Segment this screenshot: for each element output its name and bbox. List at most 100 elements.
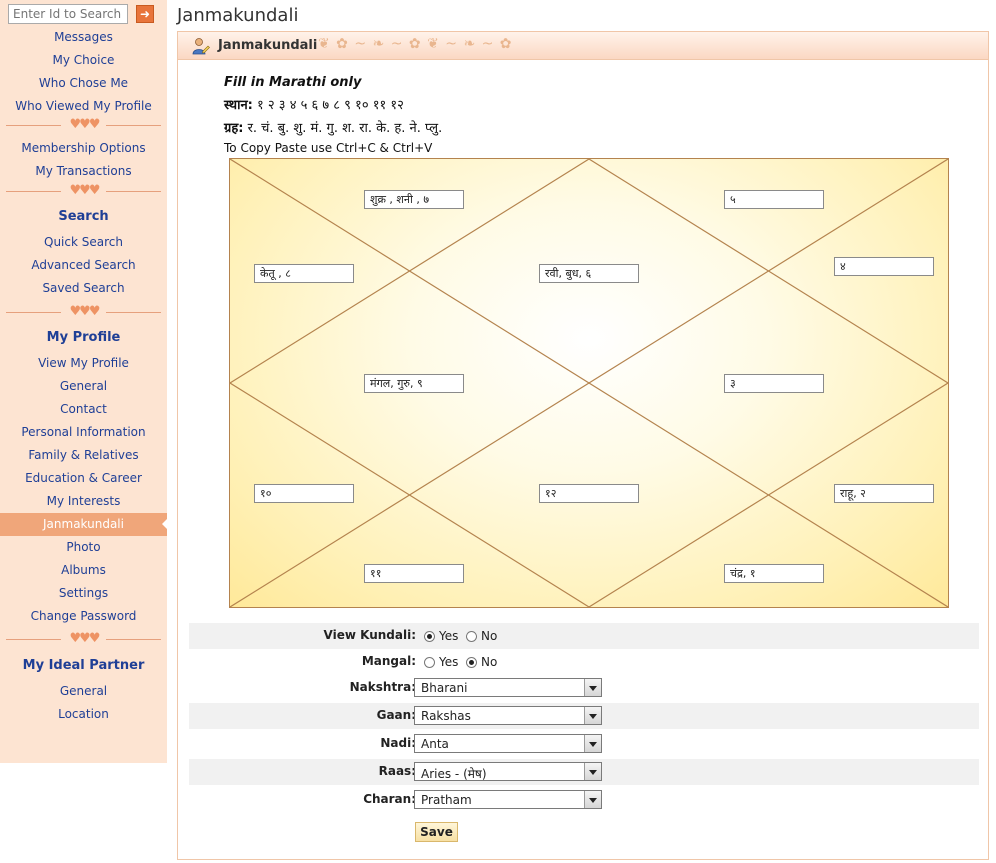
sidebar-item-albums[interactable]: Albums	[0, 559, 167, 582]
save-button[interactable]: Save	[415, 822, 458, 842]
radio-label: Yes	[439, 629, 459, 643]
sthan-label: स्थान:	[224, 98, 253, 113]
hearts-divider: ♥♥♥	[0, 305, 167, 321]
sidebar-item-messages[interactable]: Messages	[0, 26, 167, 49]
house-10-input[interactable]	[834, 484, 934, 503]
house-7-input[interactable]	[724, 374, 824, 393]
charan-label: Charan:	[363, 792, 416, 806]
instruction-copy-paste: To Copy Paste use Ctrl+C & Ctrl+V	[224, 141, 433, 155]
nav-group-ideal-partner: My Ideal Partner General Location	[0, 653, 167, 726]
sthan-values: १ २ ३ ४ ५ ६ ७ ८ ९ १० ११ १२	[252, 98, 404, 113]
radio-empty-icon	[424, 656, 435, 668]
hearts-divider: ♥♥♥	[0, 118, 167, 134]
instruction-marathi-only: Fill in Marathi only	[224, 75, 362, 90]
sidebar-item-view-my-profile[interactable]: View My Profile	[0, 352, 167, 375]
chevron-down-icon[interactable]	[584, 735, 601, 752]
sidebar-item-family-relatives[interactable]: Family & Relatives	[0, 444, 167, 467]
house-2-input[interactable]	[724, 190, 824, 209]
view-kundali-no-radio[interactable]: No	[466, 628, 497, 644]
sidebar-item-saved-search[interactable]: Saved Search	[0, 277, 167, 300]
kundali-chart	[229, 158, 949, 608]
grah-label: ग्रह:	[224, 121, 244, 136]
mangal-label: Mangal:	[361, 654, 416, 668]
section-title-my-ideal-partner: My Ideal Partner	[22, 658, 145, 673]
sidebar-item-settings[interactable]: Settings	[0, 582, 167, 605]
house-4-input[interactable]	[539, 264, 639, 283]
hearts-icon: ♥♥♥	[69, 631, 101, 646]
sidebar-item-janmakundali[interactable]: Janmakundali	[0, 513, 167, 536]
chevron-down-icon[interactable]	[584, 679, 601, 696]
house-1-input[interactable]	[364, 190, 464, 209]
sidebar-item-my-choice[interactable]: My Choice	[0, 49, 167, 72]
nakshtra-select[interactable]: Bharani	[414, 678, 602, 697]
house-11-input[interactable]	[364, 564, 464, 583]
section-title-my-profile: My Profile	[46, 330, 121, 345]
house-6-input[interactable]	[364, 374, 464, 393]
sidebar-item-personal-information[interactable]: Personal Information	[0, 421, 167, 444]
arrow-right-icon[interactable]: ➜	[136, 5, 154, 23]
janmakundali-panel: Janmakundali ❦ ✿ ~ ❧ ~ ✿ ❦ ~ ❧ ~ ✿ Fill …	[177, 31, 989, 860]
house-3-input[interactable]	[254, 264, 354, 283]
instructions: Fill in Marathi only स्थान: १ २ ३ ४ ५ ६ …	[224, 71, 442, 156]
sidebar-item-my-transactions[interactable]: My Transactions	[0, 160, 167, 183]
raas-label: Raas:	[378, 764, 416, 778]
sidebar-item-change-password[interactable]: Change Password	[0, 605, 167, 628]
sidebar-item-my-interests[interactable]: My Interests	[0, 490, 167, 513]
id-search-bar: ➜	[8, 3, 158, 25]
view-kundali-row: View Kundali: Yes No	[189, 623, 979, 649]
hearts-icon: ♥♥♥	[69, 304, 101, 319]
user-edit-icon	[192, 38, 210, 55]
sidebar-item-education-career[interactable]: Education & Career	[0, 467, 167, 490]
nav-group-messages: Messages My Choice Who Chose Me Who View…	[0, 26, 167, 118]
radio-label: No	[481, 655, 498, 669]
house-9-input[interactable]	[539, 484, 639, 503]
view-kundali-label: View Kundali:	[323, 628, 416, 642]
raas-value: Aries - (मेष)	[421, 767, 487, 781]
sidebar-item-partner-location[interactable]: Location	[0, 703, 167, 726]
charan-value: Pratham	[421, 793, 472, 807]
nadi-select[interactable]: Anta	[414, 734, 602, 753]
gaan-select[interactable]: Rakshas	[414, 706, 602, 725]
sidebar-item-advanced-search[interactable]: Advanced Search	[0, 254, 167, 277]
hearts-divider: ♥♥♥	[0, 632, 167, 648]
sidebar-item-contact[interactable]: Contact	[0, 398, 167, 421]
mangal-yes-radio[interactable]: Yes	[424, 654, 458, 670]
gaan-value: Rakshas	[421, 709, 471, 723]
chevron-down-icon[interactable]	[584, 791, 601, 808]
raas-select[interactable]: Aries - (मेष)	[414, 762, 602, 781]
radio-empty-icon	[466, 630, 477, 642]
house-12-input[interactable]	[724, 564, 824, 583]
id-search-input[interactable]	[8, 4, 128, 24]
panel-header: Janmakundali ❦ ✿ ~ ❧ ~ ✿ ❦ ~ ❧ ~ ✿	[178, 32, 988, 60]
radio-selected-icon	[466, 656, 477, 668]
nav-group-search: Search Quick Search Advanced Search Save…	[0, 204, 167, 300]
house-5-input[interactable]	[834, 257, 934, 276]
view-kundali-yes-radio[interactable]: Yes	[424, 628, 458, 644]
instruction-grah: ग्रह: र. चं. बु. शु. मं. गु. श. रा. के. …	[224, 117, 442, 140]
sidebar-item-who-chose-me[interactable]: Who Chose Me	[0, 72, 167, 95]
chevron-down-icon[interactable]	[584, 763, 601, 780]
scroll-ornament-icon: ❦ ✿ ~ ❧ ~ ✿ ❦ ~ ❧ ~ ✿	[318, 36, 513, 52]
sidebar: ➜ Messages My Choice Who Chose Me Who Vi…	[0, 0, 167, 763]
radio-selected-icon	[424, 630, 435, 642]
nav-group-membership: Membership Options My Transactions	[0, 137, 167, 183]
sidebar-item-membership-options[interactable]: Membership Options	[0, 137, 167, 160]
nadi-value: Anta	[421, 737, 449, 751]
house-8-input[interactable]	[254, 484, 354, 503]
section-title-search: Search	[58, 209, 109, 224]
nadi-row: Nadi: Anta	[189, 731, 979, 757]
nadi-label: Nadi:	[380, 736, 416, 750]
sidebar-item-partner-general[interactable]: General	[0, 680, 167, 703]
sidebar-item-general[interactable]: General	[0, 375, 167, 398]
mangal-row: Mangal: Yes No	[189, 649, 979, 675]
sidebar-item-who-viewed-my-profile[interactable]: Who Viewed My Profile	[0, 95, 167, 118]
hearts-divider: ♥♥♥	[0, 184, 167, 200]
radio-label: No	[481, 629, 498, 643]
gaan-label: Gaan:	[376, 708, 416, 722]
nakshtra-row: Nakshtra: Bharani	[189, 675, 979, 701]
charan-select[interactable]: Pratham	[414, 790, 602, 809]
chevron-down-icon[interactable]	[584, 707, 601, 724]
sidebar-item-photo[interactable]: Photo	[0, 536, 167, 559]
mangal-no-radio[interactable]: No	[466, 654, 497, 670]
sidebar-item-quick-search[interactable]: Quick Search	[0, 231, 167, 254]
